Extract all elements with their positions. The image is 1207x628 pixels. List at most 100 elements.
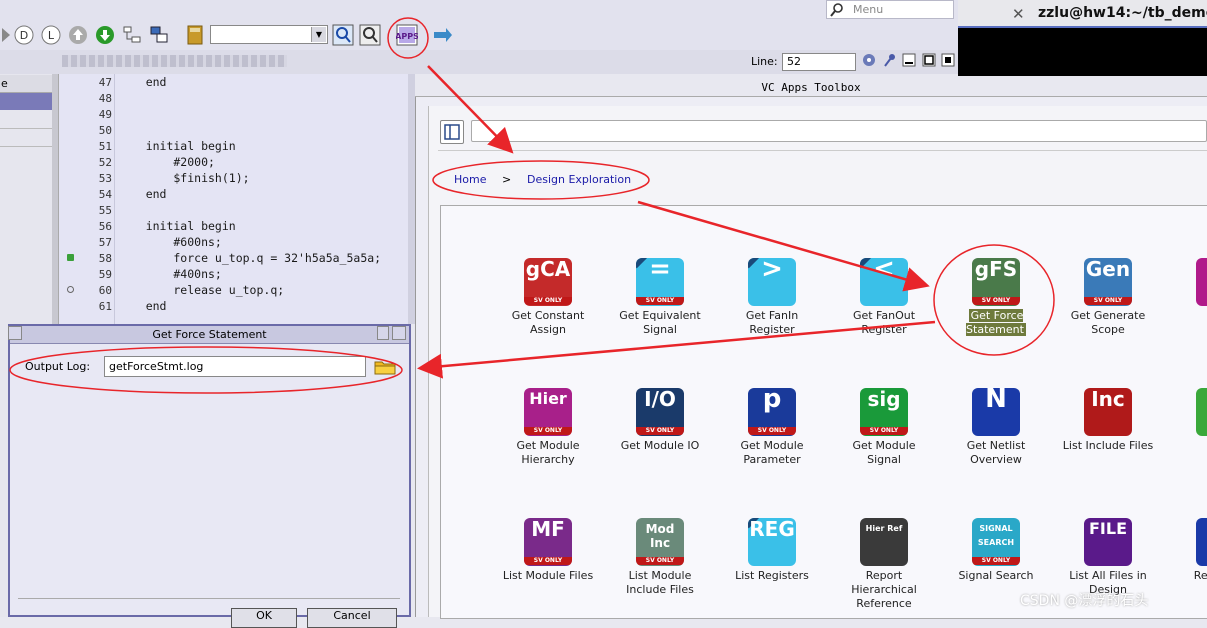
- cancel-button[interactable]: Cancel: [307, 608, 397, 628]
- app-tile[interactable]: N Get Netlist Overview: [946, 388, 1046, 467]
- chevron-down-icon[interactable]: ▼: [311, 27, 326, 42]
- output-log-input[interactable]: getForceStmt.log: [104, 356, 366, 377]
- app-glyph: Mod Inc: [636, 522, 684, 550]
- maximize-icon[interactable]: [922, 53, 936, 67]
- app-glyph: N: [972, 392, 1020, 406]
- app-tile[interactable]: MFSV ONLYList Module Files: [498, 518, 598, 583]
- dialog-menu-icon[interactable]: [8, 326, 22, 340]
- line-label: Line:: [751, 55, 778, 68]
- app-glyph: >: [748, 262, 796, 276]
- app-tile[interactable]: <Get FanOut Register: [834, 258, 934, 337]
- app-tile[interactable]: FILEList All Files in Design: [1058, 518, 1158, 597]
- breadcrumb-home[interactable]: Home: [454, 173, 486, 186]
- app-tile[interactable]: Repo Con: [1170, 518, 1207, 583]
- amb-icon[interactable]: [432, 24, 454, 46]
- code-line[interactable]: end: [118, 187, 166, 201]
- dialog-minimize-icon[interactable]: [377, 326, 389, 340]
- app-glyph: MF: [524, 522, 572, 536]
- sv-only-badge: SV ONLY: [748, 427, 796, 435]
- toolbar-combo[interactable]: ▼: [210, 25, 328, 44]
- code-line[interactable]: $finish(1);: [118, 171, 250, 185]
- app-label: Get Equivalent Signal: [619, 309, 700, 336]
- app-tile[interactable]: I/OSV ONLYGet Module IO: [610, 388, 710, 453]
- netlist-icon: N: [972, 388, 1020, 436]
- line-number: 54: [90, 188, 112, 201]
- sv-only-badge: SV ONLY: [524, 297, 572, 305]
- code-line[interactable]: end: [118, 75, 166, 89]
- editor-scrollbar[interactable]: [408, 74, 415, 324]
- find-icon[interactable]: [332, 24, 354, 46]
- code-line[interactable]: #2000;: [118, 155, 215, 169]
- app-label: List Module Files: [503, 569, 593, 582]
- output-log-label: Output Log:: [25, 360, 90, 373]
- app-tile[interactable]: gFSSV ONLYGet Force Statement: [946, 258, 1046, 337]
- vc-apps-icon[interactable]: APPS: [396, 24, 418, 46]
- io-icon: I/OSV ONLY: [636, 388, 684, 436]
- app-label: Get Force Statement: [966, 309, 1026, 336]
- dialog-maximize-icon[interactable]: [392, 326, 406, 340]
- sidebar-icon: [441, 121, 463, 143]
- code-line[interactable]: initial begin: [118, 139, 236, 153]
- app-tile[interactable]: HierSV ONLYGet Module Hierarchy: [498, 388, 598, 467]
- menu-search-box[interactable]: Menu: [826, 0, 954, 19]
- hierref-icon: Hier Ref: [860, 518, 908, 566]
- sv-only-badge: SV ONLY: [972, 297, 1020, 305]
- windows-icon[interactable]: [148, 24, 170, 46]
- down-arrow-icon[interactable]: [94, 24, 116, 46]
- app-tile[interactable]: IncList Include Files: [1058, 388, 1158, 453]
- pin-icon[interactable]: [881, 52, 897, 68]
- svg-text:APPS: APPS: [396, 32, 418, 41]
- settings-icon[interactable]: [861, 52, 877, 68]
- book-icon[interactable]: [184, 24, 206, 46]
- svg-text:D: D: [20, 29, 28, 42]
- app-tile[interactable]: =SV ONLYGet Equivalent Signal: [610, 258, 710, 337]
- app-tile[interactable]: GenSV ONLYGet Generate Scope: [1058, 258, 1158, 337]
- app-tile[interactable]: SIGNAL SEARCHSV ONLYSignal Search: [946, 518, 1046, 583]
- d-icon[interactable]: D: [13, 24, 35, 46]
- left-panel-header-text: e: [1, 77, 8, 90]
- minimize-icon[interactable]: [902, 53, 916, 67]
- ok-button[interactable]: OK: [231, 608, 297, 628]
- app-tile[interactable]: List: [1170, 388, 1207, 453]
- app-tile[interactable]: >Get FanIn Register: [722, 258, 822, 337]
- app-label: Repo Con: [1194, 569, 1207, 582]
- breadcrumb-design-exploration[interactable]: Design Exploration: [527, 173, 631, 186]
- app-tile[interactable]: Mod IncSV ONLYList Module Include Files: [610, 518, 710, 597]
- menu-placeholder: Menu: [853, 3, 883, 16]
- left-panel-selected-row[interactable]: [0, 93, 52, 110]
- app-glyph: FILE: [1084, 522, 1132, 536]
- app-glyph: Hier Ref: [860, 522, 908, 536]
- app-tile[interactable]: Get I: [1170, 258, 1207, 323]
- app-tile[interactable]: REGList Registers: [722, 518, 822, 583]
- app-tile[interactable]: Hier RefReport Hierarchical Reference: [834, 518, 934, 611]
- close-icon[interactable]: [941, 53, 955, 67]
- close-icon[interactable]: ✕: [1012, 5, 1025, 23]
- find-next-icon[interactable]: [359, 24, 381, 46]
- app-label: Get Generate Scope: [1071, 309, 1145, 336]
- divider: [0, 128, 52, 129]
- app-tile[interactable]: sigSV ONLYGet Module Signal: [834, 388, 934, 467]
- sidebar-toggle-button[interactable]: [440, 120, 464, 144]
- app-tile[interactable]: gCASV ONLYGet Constant Assign: [498, 258, 598, 337]
- vc-search-bar[interactable]: [471, 120, 1207, 142]
- code-line[interactable]: force u_top.q = 32'h5a5a_5a5a;: [118, 251, 381, 265]
- app-label: Get Netlist Overview: [967, 439, 1026, 466]
- line-number-field[interactable]: 52: [782, 53, 856, 71]
- code-line[interactable]: end: [118, 299, 166, 313]
- app-label: List Registers: [735, 569, 809, 582]
- force-marker-icon[interactable]: [67, 254, 74, 261]
- code-line[interactable]: #600ns;: [118, 235, 222, 249]
- release-marker-icon[interactable]: [67, 286, 74, 293]
- sv-only-badge: SV ONLY: [636, 557, 684, 565]
- up-arrow-icon[interactable]: [67, 24, 89, 46]
- code-line[interactable]: release u_top.q;: [118, 283, 284, 297]
- line-number: 61: [90, 300, 112, 313]
- sv-only-badge: SV ONLY: [636, 427, 684, 435]
- hierarchy-icon[interactable]: [121, 24, 143, 46]
- folder-icon[interactable]: [374, 359, 396, 375]
- code-line[interactable]: initial begin: [118, 219, 236, 233]
- l-icon[interactable]: L: [40, 24, 62, 46]
- app-glyph: Hier: [524, 392, 572, 406]
- code-line[interactable]: #400ns;: [118, 267, 222, 281]
- app-tile[interactable]: pSV ONLYGet Module Parameter: [722, 388, 822, 467]
